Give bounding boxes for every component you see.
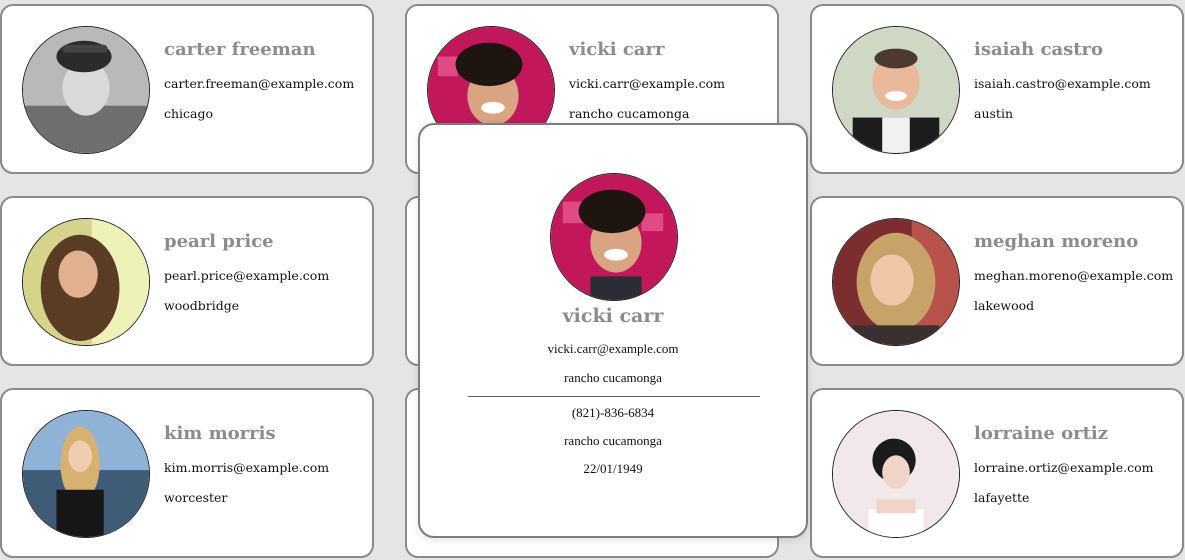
user-card[interactable]: kim morris kim.morris@example.com worces… <box>0 388 374 558</box>
user-city: worcester <box>164 490 228 505</box>
user-avatar <box>22 410 150 538</box>
user-avatar <box>22 218 150 346</box>
user-city: chicago <box>164 106 214 121</box>
detail-city: rancho cucamonga <box>564 370 662 385</box>
user-name: pearl price <box>164 231 274 252</box>
detail-avatar <box>550 173 678 301</box>
user-city: austin <box>974 106 1013 121</box>
user-city: rancho cucamonga <box>569 106 690 121</box>
user-email: kim.morris@example.com <box>164 460 330 475</box>
detail-location: rancho cucamonga <box>564 433 662 448</box>
user-name: lorraine ortiz <box>974 423 1108 444</box>
user-avatar <box>832 26 960 154</box>
user-name: isaiah castro <box>974 39 1104 60</box>
user-avatar <box>832 218 960 346</box>
user-email: isaiah.castro@example.com <box>974 76 1151 91</box>
detail-phone: (821)-836-6834 <box>571 405 655 420</box>
detail-divider <box>468 396 760 397</box>
user-detail-card[interactable]: vicki carr vicki.carr@example.com rancho… <box>418 123 808 538</box>
user-name: meghan moreno <box>974 231 1139 252</box>
detail-dob: 22/01/1949 <box>583 461 643 476</box>
user-email: vicki.carr@example.com <box>569 76 726 91</box>
user-card[interactable]: meghan moreno meghan.moreno@example.com … <box>810 196 1184 366</box>
user-email: lorraine.ortiz@example.com <box>974 460 1154 475</box>
user-email: meghan.moreno@example.com <box>974 268 1174 283</box>
user-name: kim morris <box>164 423 276 444</box>
user-name: vicki carr <box>569 39 665 60</box>
user-email: pearl.price@example.com <box>164 268 330 283</box>
user-email: carter.freeman@example.com <box>164 76 355 91</box>
user-city: lakewood <box>974 298 1035 313</box>
user-card[interactable]: isaiah castro isaiah.castro@example.com … <box>810 4 1184 174</box>
user-card[interactable]: pearl price pearl.price@example.com wood… <box>0 196 374 366</box>
user-name: carter freeman <box>164 39 316 60</box>
user-avatar <box>832 410 960 538</box>
user-card[interactable]: lorraine ortiz lorraine.ortiz@example.co… <box>810 388 1184 558</box>
user-avatar <box>22 26 150 154</box>
detail-email: vicki.carr@example.com <box>547 341 679 356</box>
user-card[interactable]: carter freeman carter.freeman@example.co… <box>0 4 374 174</box>
user-city: lafayette <box>974 490 1030 505</box>
detail-name: vicki carr <box>562 305 664 327</box>
user-city: woodbridge <box>164 298 240 313</box>
